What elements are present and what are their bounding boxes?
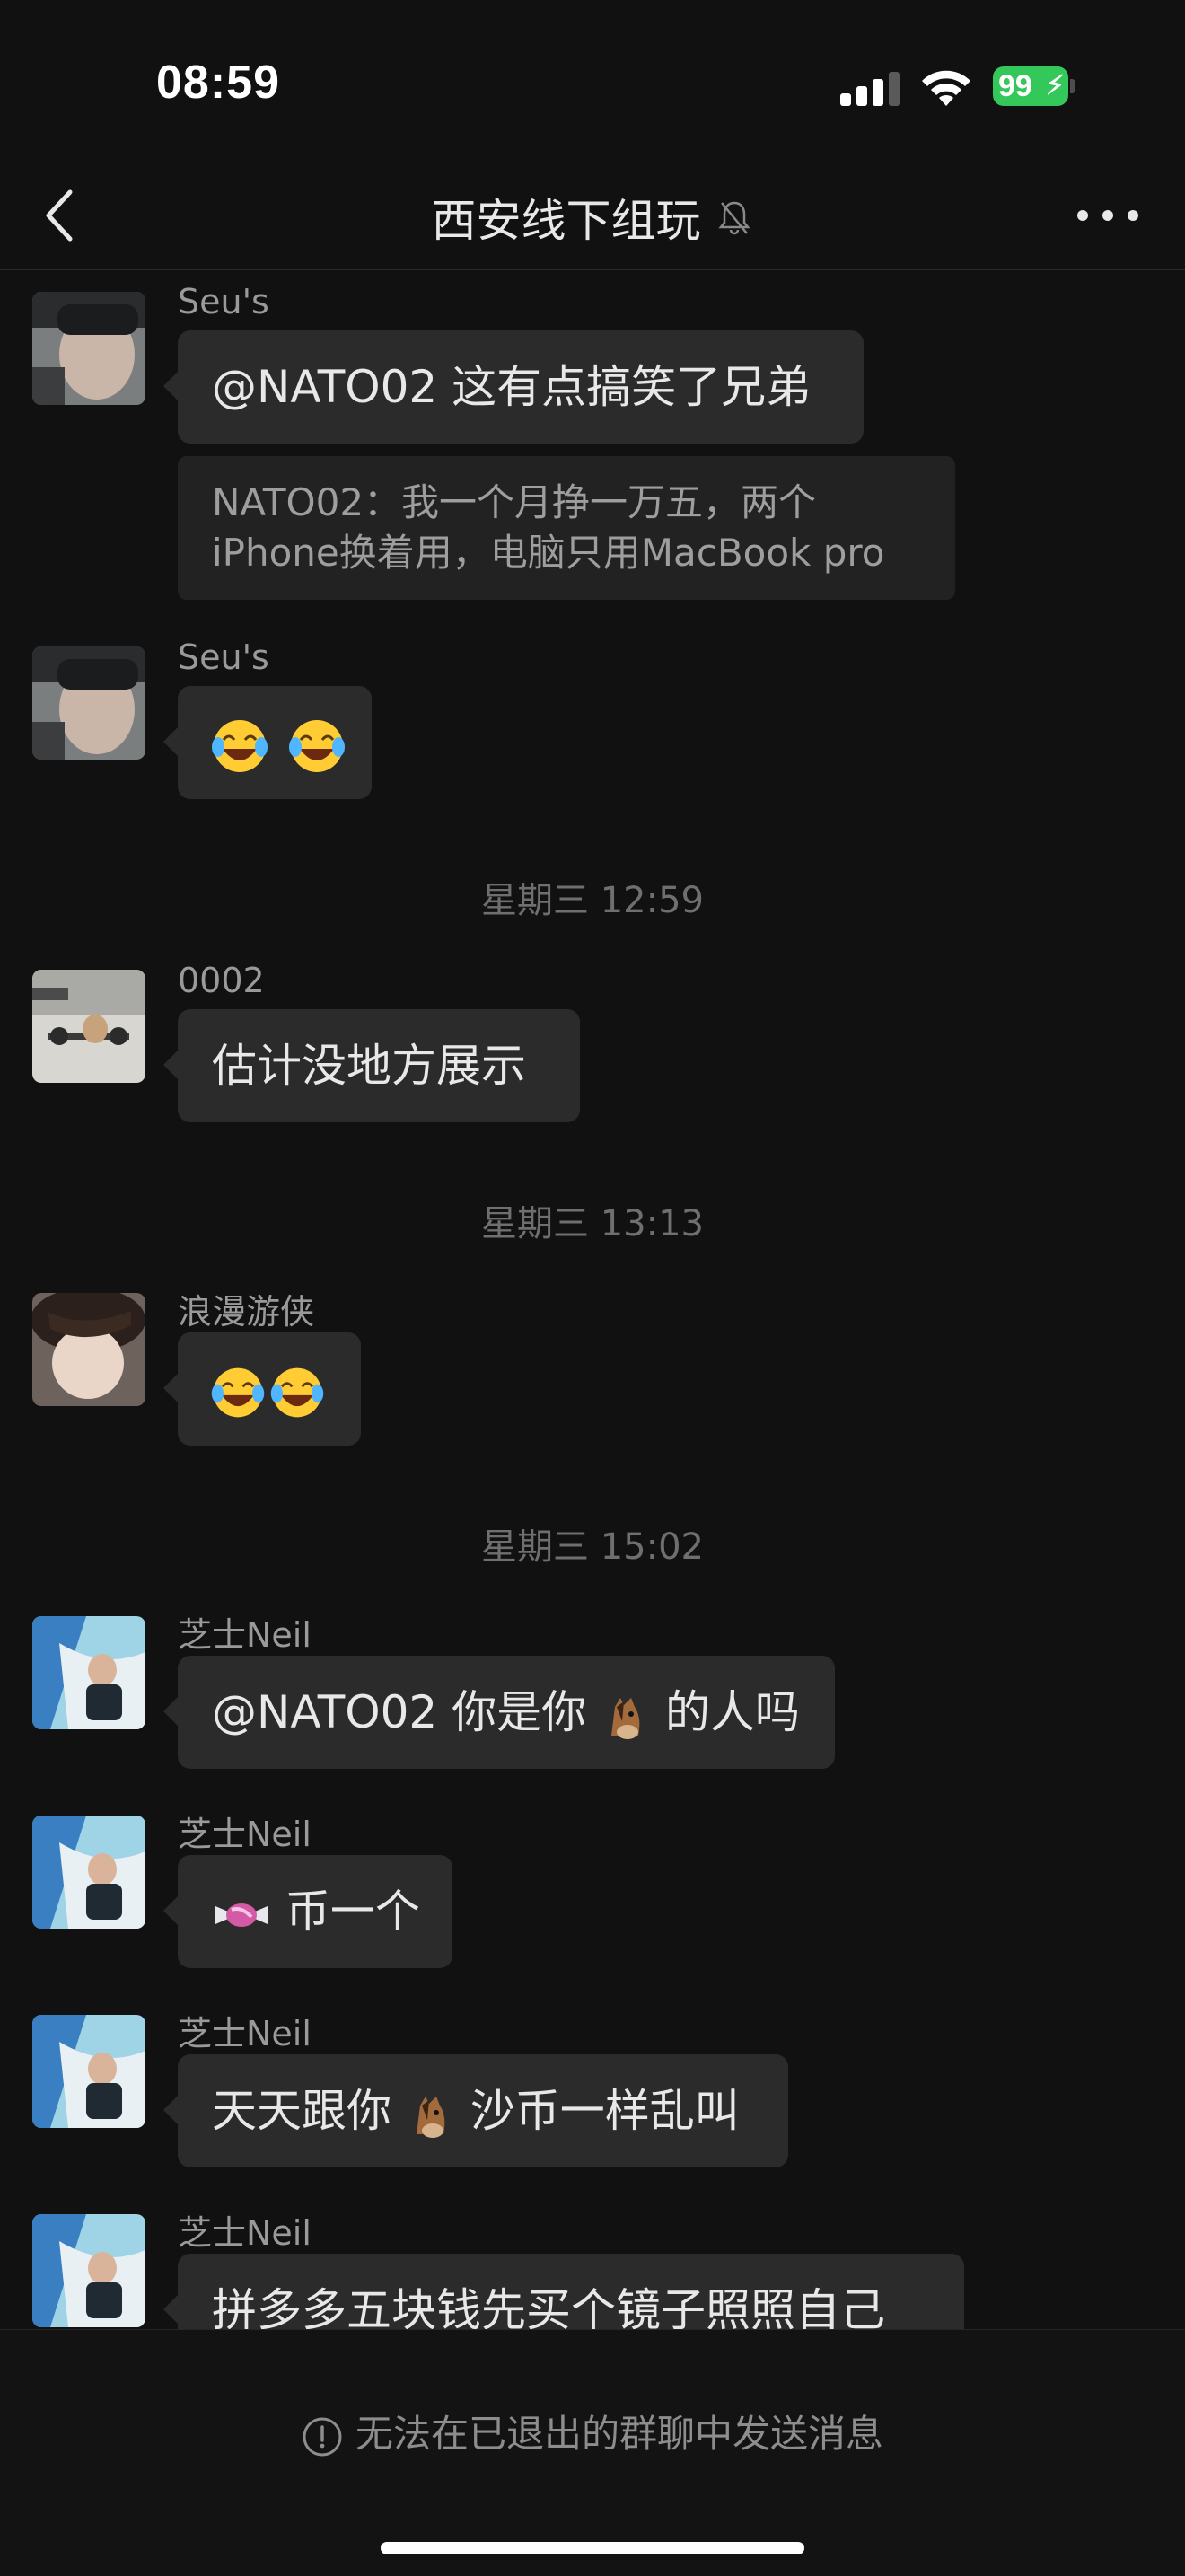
sender-name: 0002	[178, 961, 265, 1000]
input-area: 无法在已退出的群聊中发送消息	[0, 2329, 1185, 2576]
avatar[interactable]	[32, 646, 145, 760]
sender-name: 芝士Neil	[178, 2213, 312, 2253]
sender-name: Seu's	[178, 282, 269, 321]
battery-level: 99	[998, 69, 1032, 103]
notice-text: 无法在已退出的群聊中发送消息	[355, 2412, 883, 2456]
avatar[interactable]	[32, 1816, 145, 1929]
avatar[interactable]	[32, 1293, 145, 1406]
timestamp: 星期三 15:02	[481, 1526, 704, 1568]
chat-header: 西安线下组玩	[0, 162, 1185, 270]
message-bubble[interactable]	[163, 1332, 361, 1446]
message-text: 的人吗	[664, 1686, 800, 1738]
timestamp: 星期三 13:13	[481, 1203, 704, 1244]
avatar[interactable]	[32, 292, 145, 405]
sender-name: 芝士Neil	[178, 2014, 312, 2053]
wifi-icon	[922, 70, 970, 106]
battery-indicator: 99 ⚡︎	[993, 66, 1068, 106]
message-text: 天天跟你	[212, 2085, 391, 2137]
more-options-button[interactable]	[1072, 198, 1144, 233]
message-bubble[interactable]: 天天跟你 沙币一样乱叫	[163, 2054, 788, 2167]
left-group-notice: 无法在已退出的群聊中发送消息	[0, 2404, 1185, 2458]
candy	[215, 1903, 268, 1927]
sender-name: 浪漫游侠	[178, 1292, 315, 1332]
sender-name: 芝士Neil	[178, 1615, 312, 1655]
horse-face	[611, 1697, 640, 1739]
message-bubble[interactable]: 拼多多五块钱先买个镜子照照自己	[163, 2254, 964, 2329]
chat-title: 西安线下组玩	[431, 195, 701, 247]
bell-slash-icon	[717, 201, 750, 235]
quoted-message[interactable]: NATO02：我一个月挣一万五，两个 iPhone换着用，电脑只用MacBook…	[178, 456, 955, 600]
message-bubble[interactable]: 估计没地方展示	[163, 1009, 580, 1122]
face-with-tears-of-joy	[288, 719, 345, 772]
avatar[interactable]	[32, 2214, 145, 2327]
message-list[interactable]: Seu's @NATO02 这有点搞笑了兄弟 NATO02：我一个月挣一万五，两…	[0, 269, 1185, 2329]
message-bubble[interactable]: 币一个	[163, 1855, 452, 1968]
avatar[interactable]	[32, 1616, 145, 1729]
quoted-text-line: iPhone换着用，电脑只用MacBook pro	[212, 531, 885, 575]
message-bubble[interactable]: @NATO02 这有点搞笑了兄弟	[163, 330, 864, 444]
status-bar: 08:59 99 ⚡︎	[0, 0, 1185, 162]
battery-cap	[1070, 79, 1075, 93]
sender-name: Seu's	[178, 637, 269, 677]
quoted-text-line: NATO02：我一个月挣一万五，两个	[212, 480, 817, 524]
face-with-tears-of-joy	[270, 1367, 324, 1417]
message-text: 币一个	[285, 1886, 420, 1938]
chat-title-wrap: 西安线下组玩	[0, 185, 1185, 250]
message-bubble[interactable]: @NATO02 你是你 的人吗	[163, 1656, 835, 1769]
avatar[interactable]	[32, 970, 145, 1083]
sender-name: 芝士Neil	[178, 1815, 312, 1854]
timestamp: 星期三 12:59	[481, 880, 704, 921]
face-with-tears-of-joy	[212, 719, 268, 772]
charging-bolt-icon: ⚡︎	[1045, 71, 1065, 101]
message-text: 沙币一样乱叫	[470, 2085, 740, 2137]
home-indicator[interactable]	[381, 2542, 804, 2554]
status-time: 08:59	[156, 57, 280, 109]
exclamation-circle-icon	[303, 2417, 342, 2456]
message-bubble[interactable]	[163, 686, 372, 799]
horse-face	[416, 2096, 445, 2138]
avatar[interactable]	[32, 2015, 145, 2128]
face-with-tears-of-joy	[211, 1367, 265, 1417]
message-text: @NATO02 你是你	[212, 1686, 587, 1738]
cellular-signal-icon	[840, 72, 900, 106]
